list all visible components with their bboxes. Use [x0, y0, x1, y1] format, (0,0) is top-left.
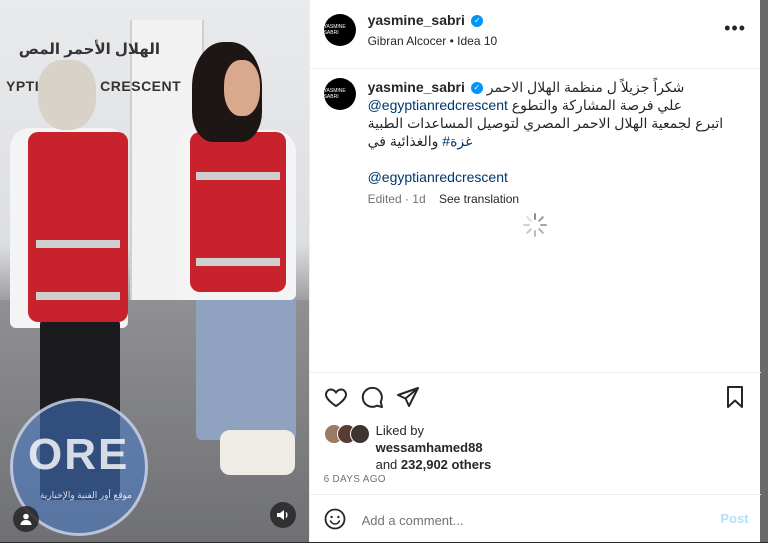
liked-by-username[interactable]: wessamhamed88 — [376, 440, 483, 455]
see-translation-link[interactable]: See translation — [439, 192, 519, 206]
watermark-subtext: موقع أور الفنية والإخبارية — [40, 490, 132, 500]
liked-by-avatars — [323, 424, 370, 444]
comment-input[interactable] — [359, 505, 694, 535]
tagged-users-icon[interactable] — [13, 506, 39, 532]
caption-fourth-line: والغذائية في #غزة — [368, 132, 744, 150]
post-comment-button[interactable]: Post — [720, 511, 748, 526]
vest-stripe — [36, 292, 120, 300]
verified-badge-icon: ✓ — [470, 82, 483, 95]
audio-attribution[interactable]: Gibran Alcocer • Idea 10 — [368, 34, 498, 48]
emoji-icon[interactable] — [324, 508, 346, 530]
person-left-head — [38, 60, 96, 130]
liked-by-count: 232,902 others — [400, 457, 492, 472]
vest-stripe — [196, 258, 280, 266]
media-sign-arabic: الهلال الأحمر المص — [18, 41, 160, 58]
caption-mention-line: @egyptianredcrescent — [368, 168, 744, 186]
post-actions — [309, 372, 761, 421]
avatar-text: YASMINE SABRI — [323, 24, 346, 36]
post-modal: الهلال الأحمر المص YPTIAN RED CRESCENT O… — [0, 0, 761, 543]
caption-mention[interactable]: @egyptianredcrescent — [368, 97, 508, 113]
liked-by-others[interactable]: and 232,902 others — [376, 457, 492, 472]
comment-bar: Post — [309, 494, 761, 543]
liked-by-and: and — [375, 457, 398, 472]
heart-icon[interactable] — [324, 385, 348, 409]
person-left-vest — [28, 132, 128, 322]
comment-icon[interactable] — [360, 385, 384, 409]
author-avatar[interactable]: YASMINE SABRI — [323, 14, 356, 46]
author-name-row: yasmine_sabri ✓ — [368, 12, 484, 30]
avatar[interactable] — [349, 424, 370, 444]
avatar-text: YASMINE SABRI — [323, 88, 346, 100]
post-header: YASMINE SABRI yasmine_sabri ✓ Gibran Alc… — [309, 0, 760, 69]
person-right-shoes — [220, 430, 295, 475]
caption-meta: Edited · 1d See translation — [368, 192, 744, 206]
caption-hashtag[interactable]: #غزة — [442, 133, 472, 149]
person-right-face — [224, 60, 260, 116]
caption-text-line: والغذائية في — [367, 133, 439, 149]
person-right-vest — [190, 132, 286, 292]
caption-username[interactable]: yasmine_sabri — [368, 79, 465, 95]
caption-body: yasmine_sabri ✓ شكراً جزيلاً ل منظمة الهل… — [368, 78, 744, 206]
post-side-panel: YASMINE SABRI yasmine_sabri ✓ Gibran Alc… — [308, 0, 761, 543]
bookmark-icon[interactable] — [723, 385, 747, 409]
caption-text-line: اتبرع لجمعية الهلال الاحمر المصري لتوصيل… — [367, 115, 724, 131]
caption-mention[interactable]: @egyptianredcrescent — [368, 169, 508, 185]
liked-by-label: Liked by — [375, 423, 425, 438]
caption-second-line: @egyptianredcrescent علي فرصة المشاركة و… — [368, 96, 744, 114]
caption-first-line: yasmine_sabri ✓ شكراً جزيلاً ل منظمة الهل… — [368, 78, 744, 96]
caption-avatar[interactable]: YASMINE SABRI — [323, 78, 356, 110]
author-username[interactable]: yasmine_sabri — [368, 12, 465, 28]
vest-stripe — [36, 240, 120, 248]
post-media[interactable]: الهلال الأحمر المص YPTIAN RED CRESCENT O… — [0, 0, 309, 542]
watermark-text: ORE — [28, 430, 130, 479]
vest-stripe — [196, 172, 280, 180]
loading-spinner-icon — [522, 213, 547, 237]
audio-toggle-icon[interactable] — [270, 502, 296, 528]
caption-text-line: شكراً جزيلاً ل منظمة الهلال الاحمر — [486, 79, 685, 95]
more-options-icon[interactable]: ••• — [724, 18, 746, 39]
verified-badge-icon: ✓ — [471, 14, 484, 27]
person-right-legs — [196, 290, 296, 440]
send-icon[interactable] — [396, 385, 420, 409]
caption-text-line: علي فرصة المشاركة والتطوع — [511, 97, 683, 113]
edited-timestamp: Edited · 1d — [367, 192, 426, 206]
post-date[interactable]: 6 DAYS AGO — [324, 474, 386, 485]
